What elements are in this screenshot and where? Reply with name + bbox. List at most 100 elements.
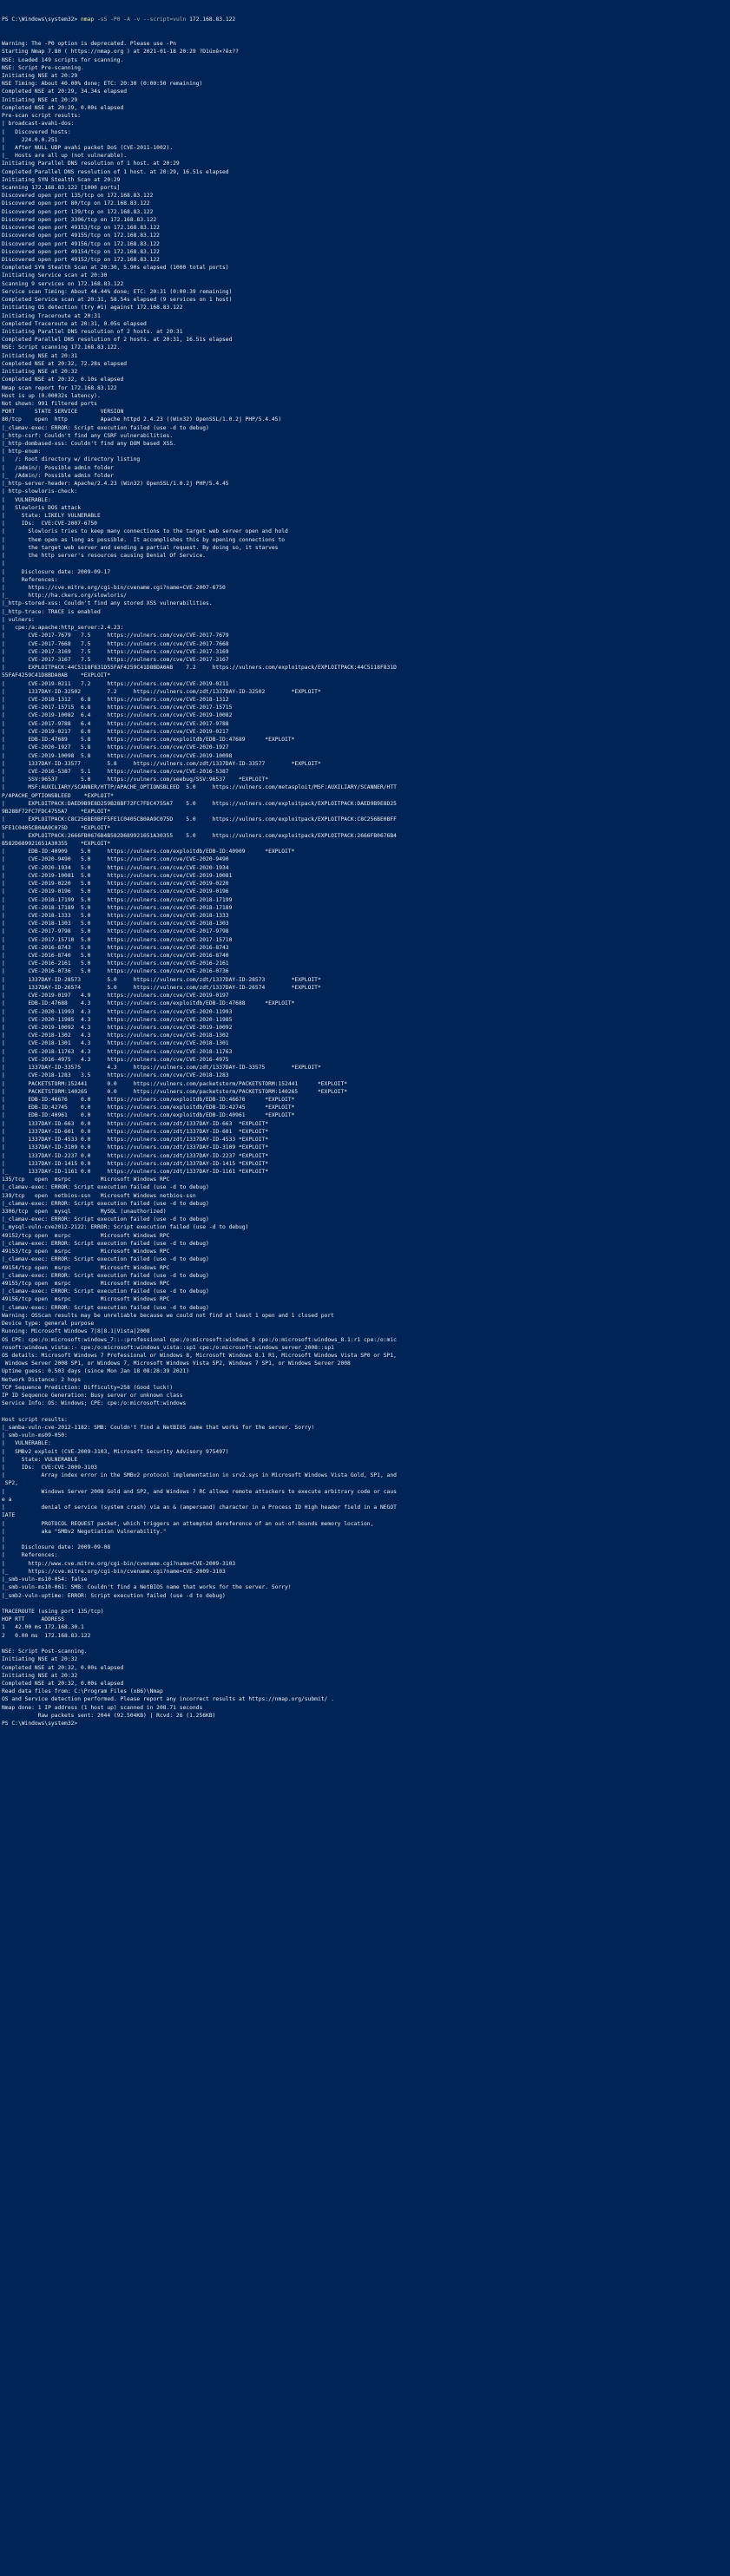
output-line: 1 42.00 ms 172.168.30.1 — [2, 1624, 84, 1631]
output-line: | http-enum: — [2, 449, 42, 456]
output-line: Starting Nmap 7.80 ( https://nmap.org ) … — [2, 49, 239, 56]
output-line: | CVE-2018-1302 4.3 https://vulners.com/… — [2, 1032, 229, 1039]
output-line: | http://www.cve.mitre.org/cgi-bin/cvena… — [2, 1560, 236, 1567]
powershell-console[interactable]: PS C:\Windows\system32> nmap -sS -P0 -A … — [0, 0, 730, 2576]
output-line: Service Info: OS: Windows; CPE: cpe:/o:m… — [2, 1400, 187, 1407]
output-line: NSE: Script Pre-scanning. — [2, 64, 84, 71]
output-line: | smb-vuln-ms09-050: — [2, 1432, 68, 1439]
output-line: | SMBv2 exploit (CVE-2009-3103, Microsof… — [2, 1448, 229, 1455]
command-target: 172.168.83.122 — [189, 16, 236, 23]
console-output[interactable]: PS C:\Windows\system32> nmap -sS -P0 -A … — [0, 0, 730, 1744]
output-line: 49152/tcp open msrpc Microsoft Windows R… — [2, 1232, 170, 1239]
output-line: Discovered open port 49156/tcp on 172.16… — [2, 240, 160, 247]
output-line: Completed Parallel DNS resolution of 2 h… — [2, 337, 233, 344]
output-line: Not shown: 991 filtered ports — [2, 400, 97, 407]
output-line: | VULNERABLE: — [2, 1440, 51, 1447]
output-line: 49156/tcp open msrpc Microsoft Windows R… — [2, 1296, 170, 1303]
output-line: | denial of service (system crash) via a… — [2, 1504, 397, 1511]
command-line: PS C:\Windows\system32> nmap -sS -P0 -A … — [2, 16, 728, 23]
output-line: Discovered open port 3306/tcp on 172.168… — [2, 216, 157, 223]
output-line: |_clamav-exec: ERROR: Script execution f… — [2, 1200, 209, 1207]
output-line: | 1337DAY-ID-1415 0.0 https://vulners.co… — [2, 1160, 269, 1167]
output-line: | CVE-2016-8740 5.0 https://vulners.com/… — [2, 953, 229, 960]
output-line: Network Distance: 2 hops — [2, 1376, 81, 1383]
output-line: Raw packets sent: 2044 (92.504KB) | Rcvd… — [2, 1712, 216, 1719]
output-line: NSE: Script scanning 172.168.83.122. — [2, 344, 121, 351]
output-line: | VULNERABLE: — [2, 496, 51, 503]
output-line: Initiating NSE at 20:29 — [2, 72, 78, 79]
output-line: | CVE-2016-0736 5.0 https://vulners.com/… — [2, 968, 229, 975]
output-line: | CVE-2019-10092 4.3 https://vulners.com… — [2, 1025, 233, 1031]
output-line: | Array index error in the SMBv2 protoco… — [2, 1472, 397, 1479]
output-line: | CVE-2018-1333 5.0 https://vulners.com/… — [2, 912, 229, 919]
output-line: Discovered open port 49154/tcp on 172.16… — [2, 248, 160, 255]
output-line: | CVE-2020-1934 5.0 https://vulners.com/… — [2, 864, 229, 871]
shell-prompt: PS C:\Windows\system32> — [2, 16, 81, 23]
output-line: | State: LIKELY VULNERABLE — [2, 513, 101, 519]
output-line: | 224.0.0.251 — [2, 136, 58, 143]
output-line: Initiating OS detection (try #1) against… — [2, 305, 183, 311]
output-line: Warning: OSScan results may be unreliabl… — [2, 1312, 334, 1319]
output-line: 139/tcp open netbios-ssn Microsoft Windo… — [2, 1192, 196, 1199]
output-line: 55FAF4259C41D8BDA0AB *EXPLOIT* — [2, 672, 111, 679]
output-line: 80/tcp open http Apache httpd 2.4.23 ((W… — [2, 416, 282, 423]
output-line: 135/tcp open msrpc Microsoft Windows RPC — [2, 1177, 170, 1183]
output-line: |_clamav-exec: ERROR: Script execution f… — [2, 1216, 209, 1223]
output-line: | 1337DAY-ID-601 0.0 https://vulners.com… — [2, 1128, 269, 1135]
output-line: SP2, — [2, 1480, 18, 1487]
output-line: | Windows Server 2008 Gold and SP2, and … — [2, 1488, 397, 1495]
output-line: | CVE-2018-11763 4.3 https://vulners.com… — [2, 1048, 233, 1055]
output-line: | them open as long as possible. It acco… — [2, 536, 286, 543]
output-line: | cpe:/a:apache:http_server:2.4.23: — [2, 625, 124, 632]
output-line: | 1337DAY-ID-663 0.0 https://vulners.com… — [2, 1120, 269, 1127]
output-line: | EDB-ID:47688 4.3 https://vulners.com/e… — [2, 1000, 295, 1007]
output-line: | CVE-2017-3169 7.5 https://vulners.com/… — [2, 648, 229, 655]
output-line: | CVE-2017-7679 7.5 https://vulners.com/… — [2, 633, 229, 639]
output-line: | CVE-2019-0217 6.0 https://vulners.com/… — [2, 728, 229, 735]
output-line: | EXPLOITPACK:44C5118F831D55FAF4259C41D8… — [2, 665, 397, 672]
output-line: | EXPLOITPACK:C8C256BE0BFF5FE1C0405CB0AA… — [2, 816, 397, 823]
output-line: Scanning 172.168.83.122 [1000 ports] — [2, 185, 121, 192]
output-line: Initiating NSE at 20:31 — [2, 352, 78, 359]
output-line: rosoft:windows_vista::- cpe:/o:microsoft… — [2, 1344, 334, 1351]
output-line: | /admin/: Possible admin folder — [2, 464, 114, 471]
output-line: Nmap scan report for 172.168.83.122 — [2, 384, 117, 391]
output-line: Completed NSE at 20:32, 0.00s elapsed — [2, 1664, 124, 1671]
output-line: Discovered open port 139/tcp on 172.168.… — [2, 208, 154, 215]
command-params: -sS -P0 -A -v --script=vuln — [94, 16, 190, 23]
output-line: Windows Server 2008 SP1, or Windows 7, M… — [2, 1360, 351, 1367]
output-line: OS CPE: cpe:/o:microsoft:windows_7::-:pr… — [2, 1336, 397, 1343]
output-line: Discovered open port 49153/tcp on 172.16… — [2, 225, 160, 232]
output-line: | 1337DAY-ID-2237 0.0 https://vulners.co… — [2, 1152, 269, 1159]
output-line: | — [2, 560, 5, 567]
output-line: NSE: Script Post-scanning. — [2, 1649, 88, 1655]
output-line: | CVE-2018-17199 5.0 https://vulners.com… — [2, 896, 233, 903]
output-line: | State: VULNERABLE — [2, 1456, 78, 1463]
output-line: |_ Hosts are all up (not vulnerable). — [2, 153, 128, 160]
output-line: Initiating SYN Stealth Scan at 20:29 — [2, 176, 121, 183]
output-line: |_clamav-exec: ERROR: Script execution f… — [2, 424, 209, 431]
output-line: | http-slowloris-check: — [2, 488, 78, 495]
output-line: |_clamav-exec: ERROR: Script execution f… — [2, 1184, 209, 1191]
output-line: | vulners: — [2, 616, 35, 623]
output-line: | MSF:AUXILIARY/SCANNER/HTTP/APACHE_OPTI… — [2, 784, 397, 791]
output-line: | EDB-ID:40961 0.0 https://vulners.com/e… — [2, 1112, 295, 1119]
output-line: |_http-dombased-xss: Couldn't find any D… — [2, 441, 176, 448]
output-line: | PACKETSTORM:140265 0.0 https://vulners… — [2, 1088, 348, 1095]
output-line: PS C:\Windows\system32> — [2, 1721, 78, 1727]
output-line: Completed NSE at 20:32, 72.28s elapsed — [2, 360, 128, 367]
output-line: | 1337DAY-ID-4533 0.0 https://vulners.co… — [2, 1137, 269, 1144]
output-line: | References: — [2, 1552, 58, 1559]
output-line: | 1337DAY-ID-33577 5.8 https://vulners.c… — [2, 760, 321, 767]
output-line: |_clamav-exec: ERROR: Script execution f… — [2, 1272, 209, 1279]
output-line: | CVE-2019-0211 7.2 https://vulners.com/… — [2, 680, 229, 687]
output-line: Host is up (0.00032s latency). — [2, 392, 101, 399]
output-line: |_clamav-exec: ERROR: Script execution f… — [2, 1256, 209, 1263]
output-line: | CVE-2017-3167 7.5 https://vulners.com/… — [2, 656, 229, 663]
output-line: NSE: Loaded 149 scripts for scanning. — [2, 56, 124, 63]
output-line: | CVE-2019-0197 4.9 https://vulners.com/… — [2, 993, 229, 1000]
output-line: | CVE-2016-5387 5.1 https://vulners.com/… — [2, 769, 229, 775]
